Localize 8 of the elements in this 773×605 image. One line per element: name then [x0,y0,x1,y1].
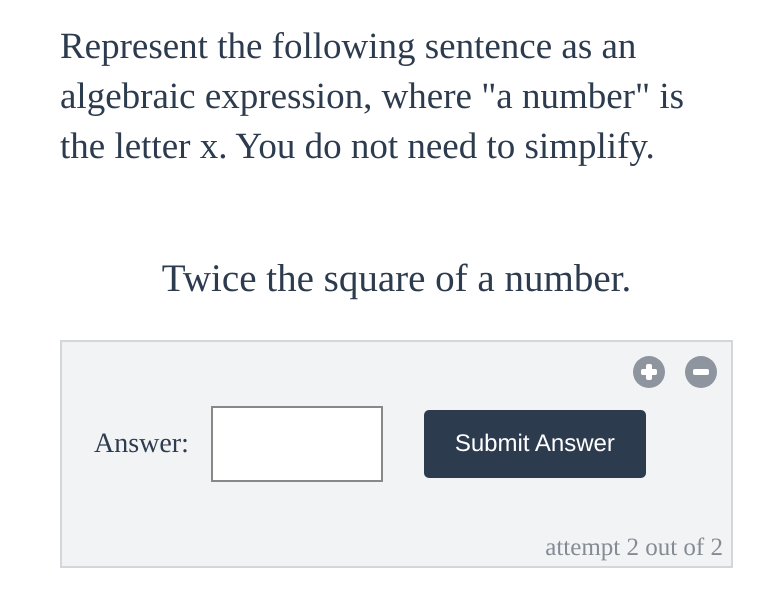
answer-field[interactable] [210,406,383,482]
plus-icon[interactable] [633,356,665,388]
answer-label: Answer: [94,428,189,460]
submit-button[interactable]: Submit Answer [424,410,646,478]
attempt-counter: attempt 2 out of 2 [545,534,723,562]
prompt-text: Twice the square of a number. [160,256,632,302]
minus-icon[interactable] [685,356,717,388]
question-text: Represent the following sentence as an algebraic expression, where "a number" is the letter x. You do not need to simplify. [60,25,686,169]
